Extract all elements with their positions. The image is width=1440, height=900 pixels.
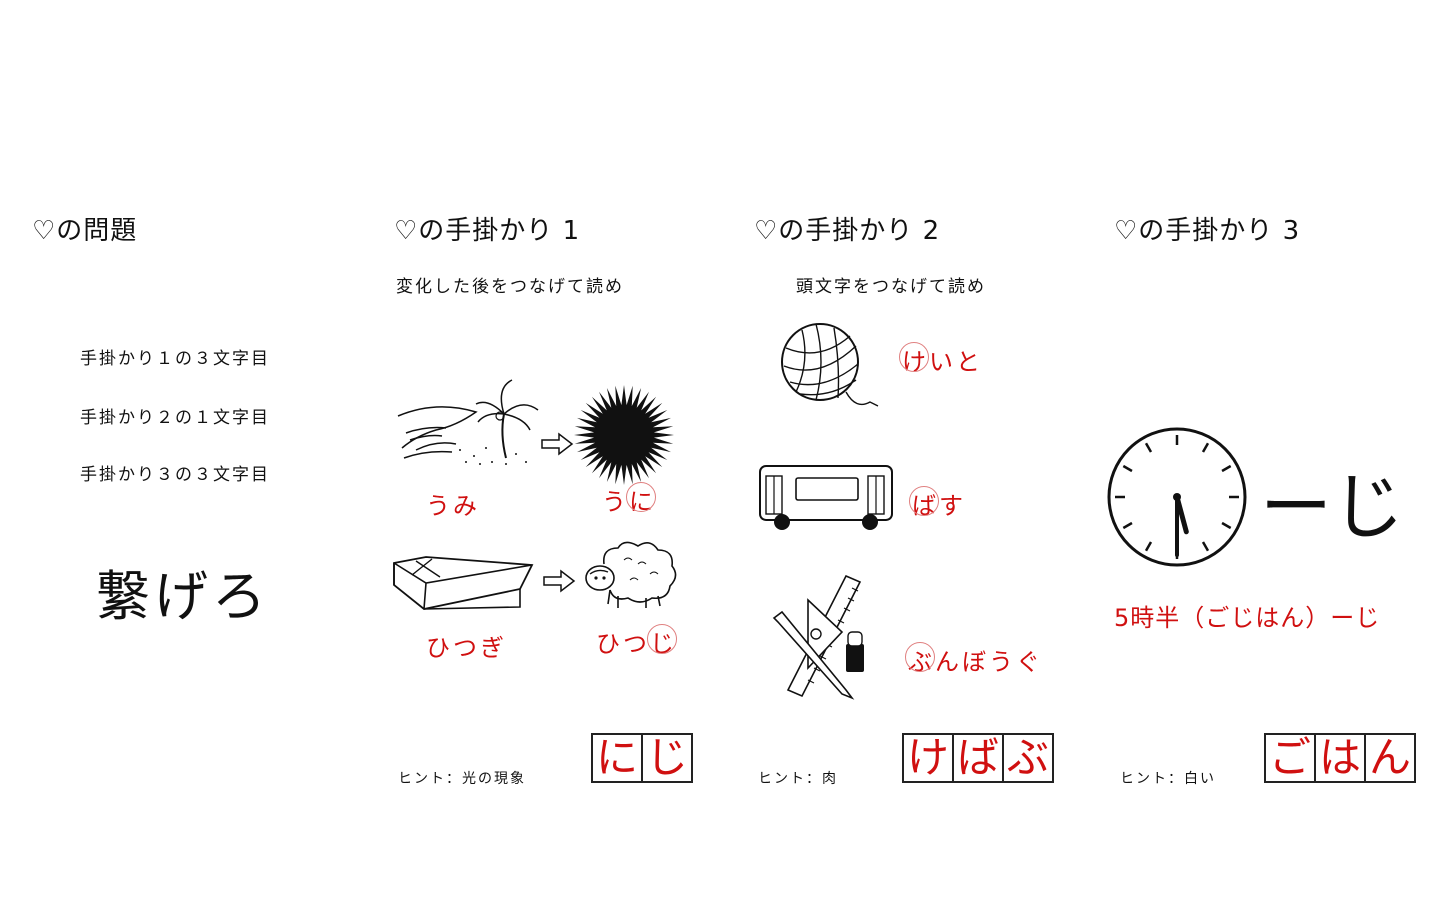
bus-icon (759, 465, 893, 530)
clock-icon (1107, 427, 1247, 567)
arrow-icon (543, 569, 576, 593)
clue2-word-2: ばす (909, 486, 966, 521)
problem-line-1: 手掛かり１の３文字目 (80, 349, 270, 369)
yarn-ball-icon (781, 323, 879, 407)
answer-cell: に (593, 735, 643, 781)
clue2-answer-grid: け ば ぶ (902, 733, 1054, 783)
clue3-puzzle-suffix: ーじ (1260, 465, 1405, 549)
answer-cell: け (904, 735, 954, 781)
highlight-circle: に (626, 482, 656, 517)
clue1-title: ♡の手掛かり 1 (394, 216, 581, 246)
highlight-circle: じ (647, 624, 677, 659)
answer-cell: ん (1368, 733, 1411, 782)
arrow-icon (541, 432, 574, 456)
problem-line-2: 手掛かり２の１文字目 (80, 408, 270, 428)
clue1-before-2: ひつぎ (426, 634, 507, 662)
answer-cell: ぶ (1006, 733, 1049, 782)
clue2-word-1: けいと (899, 342, 983, 377)
answer-cell: じ (645, 733, 688, 782)
clue1-hint: ヒント：光の現象 (398, 771, 526, 787)
clue3-answer-grid: ご は ん (1264, 733, 1416, 783)
answer-cell: ご (1266, 735, 1316, 781)
highlight-circle: ぶ (905, 642, 935, 677)
clue1-after-1: うに (602, 482, 656, 517)
coffin-icon (393, 556, 534, 610)
stationery-icon (772, 574, 864, 700)
clue2-hint: ヒント：肉 (758, 771, 838, 787)
highlight-circle: ば (909, 486, 939, 521)
clue2-subtitle: 頭文字をつなげて読め (796, 277, 986, 297)
clue2-word-3: ぶんぼうぐ (905, 642, 1043, 677)
clue1-before-1: うみ (426, 492, 480, 520)
problem-line-3: 手掛かり３の３文字目 (80, 465, 270, 485)
beach-icon (397, 379, 539, 465)
problem-instruction: 繋げろ (96, 565, 270, 628)
answer-cell: は (1316, 735, 1366, 781)
clue3-hint: ヒント：白い (1120, 771, 1216, 787)
clue1-subtitle: 変化した後をつなげて読め (396, 277, 624, 297)
clue3-title: ♡の手掛かり 3 (1114, 216, 1301, 246)
sea-urchin-icon (574, 385, 674, 485)
clue2-title: ♡の手掛かり 2 (754, 216, 941, 246)
answer-cell: ば (954, 735, 1004, 781)
problem-title: ♡の問題 (32, 216, 138, 246)
clue3-explanation: 5時半（ごじはん）ーじ (1114, 604, 1381, 632)
clue1-answer-grid: に じ (591, 733, 693, 783)
highlight-circle: け (899, 342, 929, 377)
sheep-icon (585, 541, 677, 608)
clue1-after-2: ひつじ (596, 624, 677, 659)
